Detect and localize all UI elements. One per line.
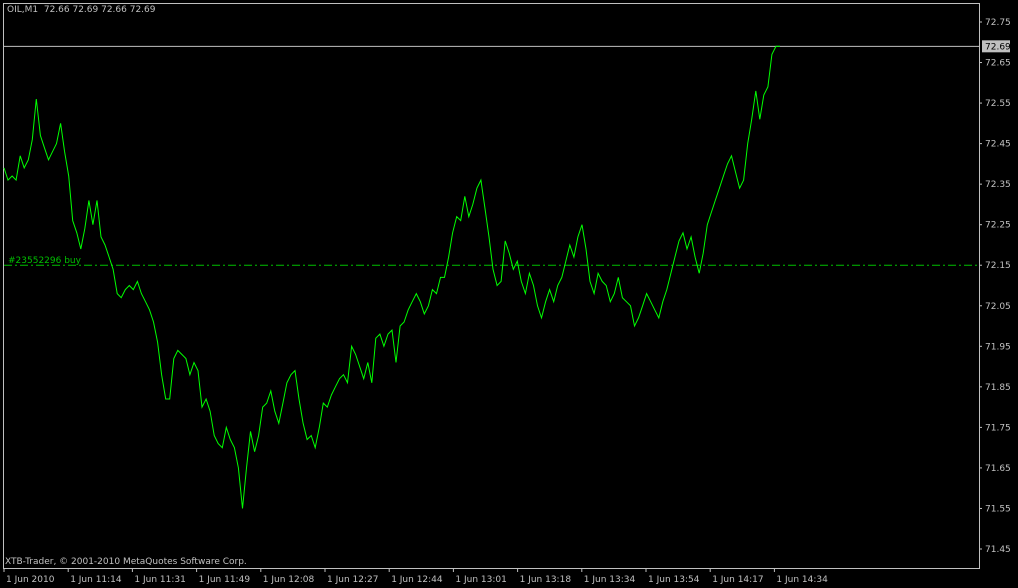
current-price-label: 72.69 xyxy=(985,42,1011,52)
y-axis: 72.75 72.65 72.55 72.45 72.35 72.25 72.15 72.05… xyxy=(979,18,1011,555)
y-tick-label: 71.75 xyxy=(985,423,1011,433)
y-tick-label: 71.85 xyxy=(985,383,1011,393)
x-tick-label: 1 Jun 2010 xyxy=(6,575,55,585)
order-label: #23552296 buy xyxy=(8,256,81,266)
price-chart[interactable]: 72.75 72.65 72.55 72.45 72.35 72.25 72.15 72.05… xyxy=(0,0,1018,588)
x-tick-label: 1 Jun 12:27 xyxy=(327,575,378,585)
x-tick-label: 1 Jun 13:01 xyxy=(455,575,506,585)
y-tick-label: 72.25 xyxy=(985,221,1011,231)
y-tick-label: 71.65 xyxy=(985,464,1011,474)
copyright-text: XTB-Trader, © 2001-2010 MetaQuotes Softw… xyxy=(5,557,247,567)
x-tick-label: 1 Jun 11:31 xyxy=(134,575,185,585)
x-tick-label: 1 Jun 12:08 xyxy=(263,575,315,585)
symbol-label: OIL,M1 xyxy=(7,5,39,15)
x-axis: 1 Jun 2010 1 Jun 11:14 1 Jun 11:31 1 Jun 11… xyxy=(3,568,828,585)
y-tick-label: 71.95 xyxy=(985,342,1011,352)
y-tick-label: 72.05 xyxy=(985,302,1011,312)
y-tick-label: 72.55 xyxy=(985,99,1011,109)
y-tick-label: 71.55 xyxy=(985,504,1011,514)
y-tick-label: 72.35 xyxy=(985,180,1011,190)
x-tick-label: 1 Jun 11:14 xyxy=(70,575,122,585)
x-tick-label: 1 Jun 14:17 xyxy=(712,575,763,585)
x-tick-label: 1 Jun 14:34 xyxy=(776,575,828,585)
x-tick-label: 1 Jun 12:44 xyxy=(391,575,443,585)
current-price-box: 72.69 xyxy=(982,40,1011,53)
x-tick-label: 1 Jun 11:49 xyxy=(199,575,251,585)
price-series-line xyxy=(3,45,780,509)
y-tick-label: 72.65 xyxy=(985,59,1011,69)
y-tick-label: 72.45 xyxy=(985,140,1011,150)
x-tick-label: 1 Jun 13:54 xyxy=(648,575,700,585)
ohlc-values: 72.66 72.69 72.66 72.69 xyxy=(43,5,156,15)
chart-header: OIL,M1 72.66 72.69 72.66 72.69 xyxy=(7,5,156,15)
plot-frame xyxy=(3,3,980,569)
y-tick-label: 71.45 xyxy=(985,545,1011,555)
x-tick-label: 1 Jun 13:34 xyxy=(584,575,636,585)
y-tick-label: 72.15 xyxy=(985,261,1011,271)
y-tick-label: 72.75 xyxy=(985,18,1011,28)
x-tick-label: 1 Jun 13:18 xyxy=(520,575,572,585)
